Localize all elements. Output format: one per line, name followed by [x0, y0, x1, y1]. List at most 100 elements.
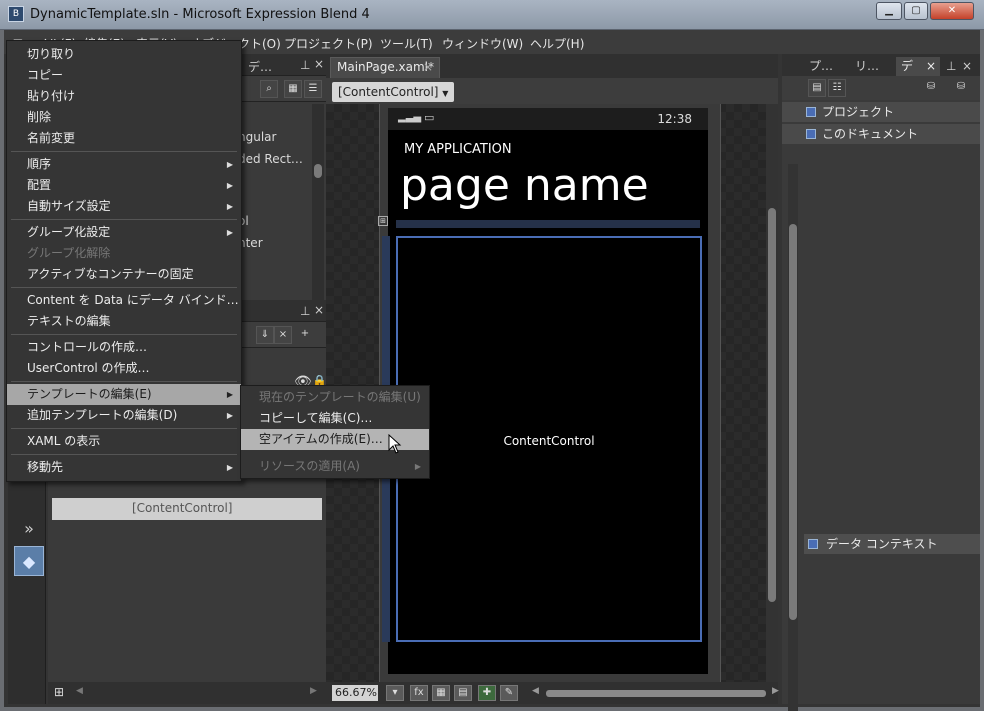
window-title: DynamicTemplate.sln - Microsoft Expressi…	[30, 7, 370, 22]
create-sample-data-icon[interactable]: ⛁	[952, 79, 970, 97]
database-icon	[806, 129, 816, 139]
content-control-box[interactable]: ContentControl	[396, 236, 702, 642]
annotations-icon[interactable]: ✎	[500, 685, 518, 701]
phone-page[interactable]: ▂▃▄ ▭ 12:38 MY APPLICATION page name Con…	[382, 108, 708, 674]
menu-item-data-bind[interactable]: Content を Data にデータ バインド…	[7, 290, 241, 311]
right-vscroll[interactable]	[788, 164, 798, 711]
menu-item-pin-container[interactable]: アクティブなコンテナーの固定	[7, 264, 241, 285]
snap-lines-icon[interactable]: ✚	[478, 685, 496, 701]
scroll-left-icon[interactable]: ◀	[532, 686, 539, 696]
menu-tools[interactable]: ツール(T)	[380, 35, 433, 52]
submenu-arrow-icon: ▶	[226, 160, 233, 169]
menu-item-label: 配置	[27, 178, 52, 192]
menu-item-rename[interactable]: 名前変更	[7, 128, 241, 149]
data-context-header[interactable]: データ コンテキスト	[804, 534, 980, 554]
selected-object-row[interactable]: [ContentControl]	[52, 498, 322, 520]
data-panel-toolbar: ▤ ☷ ⛁ ⛁	[782, 76, 980, 100]
menu-item-edit-additional-templates[interactable]: 追加テンプレートの編集(D) ▶	[7, 405, 241, 426]
grid-icon[interactable]: ▦	[432, 685, 450, 701]
edit-template-submenu: 現在のテンプレートの編集(U) コピーして編集(C)… 空アイテムの作成(E)……	[240, 385, 430, 479]
tree-item-fragment[interactable]: ded Rect…	[238, 152, 303, 166]
assets-icon[interactable]: ◆	[14, 546, 44, 576]
menu-separator	[11, 287, 237, 288]
scrollbar-thumb[interactable]	[789, 224, 797, 620]
page-title: page name	[400, 160, 649, 211]
tab-properties[interactable]: プ…	[804, 57, 838, 76]
close-button[interactable]: ✕	[930, 2, 974, 20]
search-icon[interactable]: ⌕	[260, 80, 278, 98]
list-view-icon[interactable]: ☰	[304, 80, 322, 98]
menu-project[interactable]: プロジェクト(P)	[284, 35, 373, 52]
scrollbar-thumb[interactable]	[768, 208, 776, 602]
grid-view-icon[interactable]: ▦	[284, 80, 302, 98]
breadcrumb-bar: [ContentControl] ▼	[326, 78, 778, 104]
minimize-button[interactable]: ▁	[876, 2, 902, 20]
menu-item-delete[interactable]: 削除	[7, 107, 241, 128]
pin-icon[interactable]: ⊥	[300, 58, 310, 72]
scrollbar-thumb[interactable]	[314, 164, 322, 178]
artboard-vscroll[interactable]	[766, 104, 778, 682]
grid-adorner-icon[interactable]: ⊞	[378, 216, 388, 226]
tree-item-fragment[interactable]: ngular	[238, 130, 276, 144]
menu-item-edit-text[interactable]: テキストの編集	[7, 311, 241, 332]
menu-item-cut[interactable]: 切り取り	[7, 44, 241, 65]
scroll-left-icon[interactable]: ◀	[76, 686, 83, 696]
pin-icon[interactable]: ⊥	[946, 57, 956, 76]
zoom-dropdown-icon[interactable]: ▾	[386, 685, 404, 701]
snap-text-icon[interactable]: fx	[410, 685, 428, 701]
details-mode-icon[interactable]: ☷	[828, 79, 846, 97]
artboard-hscroll-thumb[interactable]	[546, 690, 766, 697]
menu-item-make-usercontrol[interactable]: UserControl の作成…	[7, 358, 241, 379]
data-item-project[interactable]: プロジェクト	[782, 102, 980, 122]
tab-resources[interactable]: リ…	[850, 57, 884, 76]
add-data-source-icon[interactable]: ⛁	[922, 79, 940, 97]
menu-item-make-control[interactable]: コントロールの作成…	[7, 337, 241, 358]
menu-item-label: 順序	[27, 157, 52, 171]
tab-data[interactable]: デ ×	[896, 57, 940, 76]
expand-tools-icon[interactable]: »	[14, 514, 44, 544]
menu-item-group[interactable]: グループ化設定 ▶	[7, 222, 241, 243]
collapse-all-icon[interactable]: ⇓	[256, 326, 274, 344]
data-item-document[interactable]: このドキュメント	[782, 124, 980, 144]
scroll-right-icon[interactable]: ▶	[772, 686, 779, 696]
submenu-arrow-icon: ▶	[226, 202, 233, 211]
menu-item-order[interactable]: 順序 ▶	[7, 154, 241, 175]
add-icon[interactable]: +	[296, 326, 314, 344]
menu-item-align[interactable]: 配置 ▶	[7, 175, 241, 196]
menu-help[interactable]: ヘルプ(H)	[530, 35, 584, 52]
scroll-right-icon[interactable]: ▶	[310, 686, 317, 696]
list-mode-icon[interactable]: ▤	[808, 79, 826, 97]
new-item-icon[interactable]: ⊞	[54, 685, 64, 699]
document-tab-bar: MainPage.xaml* ×	[326, 54, 778, 78]
submenu-arrow-icon: ▶	[226, 390, 233, 399]
menu-separator	[11, 334, 237, 335]
tab-data-label: デ	[901, 59, 914, 73]
menu-item-navigate-to[interactable]: 移動先 ▶	[7, 457, 241, 478]
phone-time: 12:38	[657, 112, 692, 126]
panel-close-icon[interactable]: ×	[314, 57, 324, 71]
pin-icon[interactable]: ⊥	[300, 304, 310, 318]
submenu-item-edit-copy[interactable]: コピーして編集(C)…	[241, 408, 429, 429]
tab-fragment[interactable]: デ…	[248, 58, 272, 75]
menu-item-autosize[interactable]: 自動サイズ設定 ▶	[7, 196, 241, 217]
panel-close-icon[interactable]: ×	[314, 303, 324, 317]
menu-item-copy[interactable]: コピー	[7, 65, 241, 86]
maximize-button[interactable]: ▢	[904, 2, 928, 20]
menu-window[interactable]: ウィンドウ(W)	[442, 35, 523, 52]
panel-close-icon[interactable]: ×	[962, 57, 972, 76]
menu-item-edit-template[interactable]: テンプレートの編集(E) ▶	[7, 384, 241, 405]
tab-mainpage[interactable]: MainPage.xaml* ×	[330, 57, 440, 78]
zoom-field[interactable]: 66.67%	[332, 685, 378, 701]
snap-grid-icon[interactable]: ▤	[454, 685, 472, 701]
menu-item-label: 自動サイズ設定	[27, 199, 111, 213]
menu-item-paste[interactable]: 貼り付け	[7, 86, 241, 107]
tab-label: MainPage.xaml*	[337, 60, 434, 74]
assets-scrollbar[interactable]	[312, 104, 324, 300]
menu-item-view-xaml[interactable]: XAML の表示	[7, 431, 241, 452]
tab-close-icon[interactable]: ×	[423, 58, 433, 77]
clear-icon[interactable]: ×	[274, 326, 292, 344]
breadcrumb[interactable]: [ContentControl] ▼	[332, 82, 455, 102]
tab-close-icon[interactable]: ×	[926, 57, 936, 76]
mouse-cursor-icon	[388, 434, 402, 454]
submenu-arrow-icon: ▶	[226, 463, 233, 472]
